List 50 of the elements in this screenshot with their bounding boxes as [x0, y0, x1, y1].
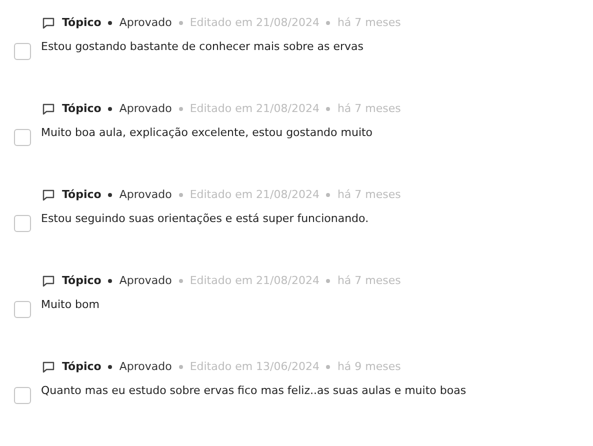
bullet-icon [108, 365, 112, 369]
post-type: Tópico [62, 14, 102, 31]
comment-text: Estou gostando bastante de conhecer mais sobre as ervas [41, 39, 364, 55]
bullet-icon [178, 193, 183, 197]
comment-text: Muito bom [41, 297, 100, 313]
status-label: Aprovado [119, 358, 172, 375]
bullet-icon [326, 279, 330, 283]
bullet-icon [326, 365, 330, 369]
bullet-icon [178, 279, 183, 283]
edited-date: Editado em 21/08/2024 [190, 100, 320, 117]
comment-text: Muito boa aula, explicação excelente, estou gostando muito [41, 125, 373, 141]
bullet-icon [178, 21, 183, 25]
post-type: Tópico [62, 358, 102, 375]
relative-time: há 7 meses [337, 272, 401, 289]
comment-text: Estou seguindo suas orientações e está super funcionando. [41, 211, 369, 227]
bullet-icon [326, 107, 330, 111]
comment-icon [42, 189, 55, 201]
bullet-icon [326, 21, 330, 25]
edited-date: Editado em 21/08/2024 [190, 186, 320, 203]
status-label: Aprovado [119, 100, 172, 117]
checkbox[interactable] [14, 301, 31, 318]
comment-icon [42, 361, 55, 373]
edited-date: Editado em 13/06/2024 [190, 358, 320, 375]
checkbox[interactable] [14, 387, 31, 404]
post-type: Tópico [62, 100, 102, 117]
bullet-icon [108, 21, 112, 25]
comment-text: Quanto mas eu estudo sobre ervas fico mas feliz..as suas aulas e muito boas [41, 383, 466, 399]
edited-date: Editado em 21/08/2024 [190, 14, 320, 31]
comment-icon [42, 17, 55, 29]
relative-time: há 7 meses [337, 100, 401, 117]
comment-icon [42, 275, 55, 287]
checkbox[interactable] [14, 43, 31, 60]
bullet-icon [108, 279, 112, 283]
checkbox[interactable] [14, 215, 31, 232]
relative-time: há 7 meses [337, 14, 401, 31]
bullet-icon [178, 107, 183, 111]
bullet-icon [108, 193, 112, 197]
relative-time: há 7 meses [337, 186, 401, 203]
checkbox[interactable] [14, 129, 31, 146]
status-label: Aprovado [119, 272, 172, 289]
bullet-icon [108, 107, 112, 111]
post-type: Tópico [62, 186, 102, 203]
relative-time: há 9 meses [337, 358, 401, 375]
status-label: Aprovado [119, 14, 172, 31]
bullet-icon [178, 365, 183, 369]
post-type: Tópico [62, 272, 102, 289]
status-label: Aprovado [119, 186, 172, 203]
comment-icon [42, 103, 55, 115]
edited-date: Editado em 21/08/2024 [190, 272, 320, 289]
bullet-icon [326, 193, 330, 197]
